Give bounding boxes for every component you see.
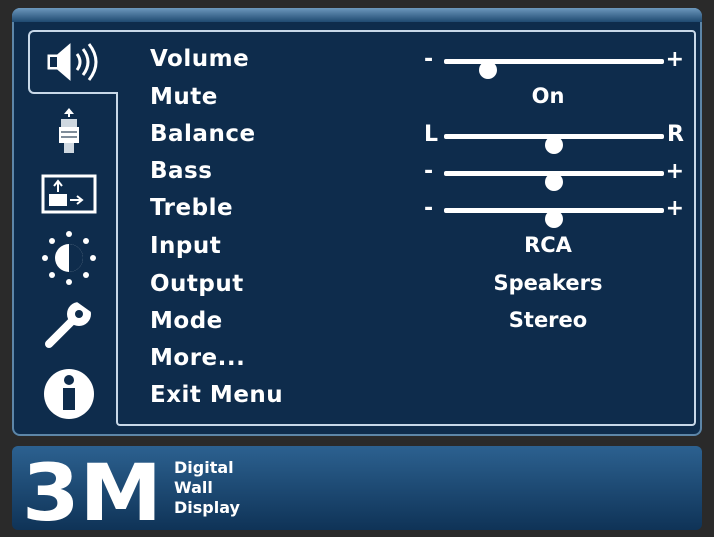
slider-track [444,134,664,154]
slider-min-label: - [424,47,434,72]
menu-item-balance[interactable]: Balance L R [118,119,694,155]
av-connector-icon [49,107,89,157]
mute-value: On [531,84,565,108]
menu-item-exit[interactable]: Exit Menu [118,380,694,416]
brightness-icon [41,230,97,286]
slider-track [444,208,664,228]
menu-item-label: Volume [150,46,250,72]
slider-min-label: - [424,196,434,221]
output-value: Speakers [493,271,603,295]
menu-item-label: Input [150,233,222,259]
slider-track [444,171,664,191]
volume-slider[interactable]: - + [418,47,684,79]
slider-min-label: L [424,122,439,147]
menu-item-mute[interactable]: Mute On [118,82,694,118]
menu-item-mode[interactable]: Mode Stereo [118,306,694,342]
menu-item-bass[interactable]: Bass - + [118,156,694,192]
slider-max-label: R [667,122,684,147]
info-icon [42,367,96,421]
speaker-icon [39,38,109,86]
wrench-icon [41,296,97,352]
tab-picture-position[interactable] [28,166,110,222]
sidebar [28,30,118,425]
osd-menu-panel: Volume - + Mute On Balance L R Bass - + … [12,8,702,436]
slider-max-label: + [665,196,684,221]
tab-connections[interactable] [28,104,110,160]
product-name-line-2: Wall [174,478,213,497]
product-name-line-1: Digital [174,458,234,477]
menu-item-treble[interactable]: Treble - + [118,193,694,229]
treble-slider[interactable]: - + [418,196,684,228]
product-name-line-3: Display [174,498,240,517]
menu-item-more[interactable]: More... [118,343,694,379]
3m-logo: 3M [22,449,162,537]
slider-knob[interactable] [479,61,497,79]
menu-item-label: Balance [150,121,256,147]
slider-knob[interactable] [545,210,563,228]
menu-item-label: Treble [150,195,234,221]
brand-bar: 3M Digital Wall Display [12,446,702,537]
slider-max-label: + [665,47,684,72]
menu-item-output[interactable]: Output Speakers [118,269,694,305]
input-value: RCA [524,233,572,257]
tab-audio[interactable] [28,30,118,94]
menu-item-label: Mode [150,308,223,334]
slider-knob[interactable] [545,136,563,154]
slider-min-label: - [424,159,434,184]
menu-item-label: Mute [150,84,218,110]
picture-position-icon [39,172,99,216]
slider-track [444,59,664,79]
menu-content: Volume - + Mute On Balance L R Bass - + … [116,30,696,426]
bass-slider[interactable]: - + [418,159,684,191]
menu-item-label: Bass [150,158,213,184]
slider-max-label: + [665,159,684,184]
menu-item-input[interactable]: Input RCA [118,231,694,267]
menu-item-label: Output [150,271,244,297]
tab-setup[interactable] [28,296,110,352]
menu-item-volume[interactable]: Volume - + [118,44,694,80]
tab-picture[interactable] [28,230,110,286]
menu-item-label: Exit Menu [150,382,284,408]
balance-slider[interactable]: L R [418,122,684,154]
mode-value: Stereo [508,308,588,332]
product-name: Digital Wall Display [174,458,240,518]
logo-text: 3M [22,456,162,526]
menu-item-label: More... [150,345,246,371]
slider-knob[interactable] [545,173,563,191]
tab-information[interactable] [28,366,110,422]
